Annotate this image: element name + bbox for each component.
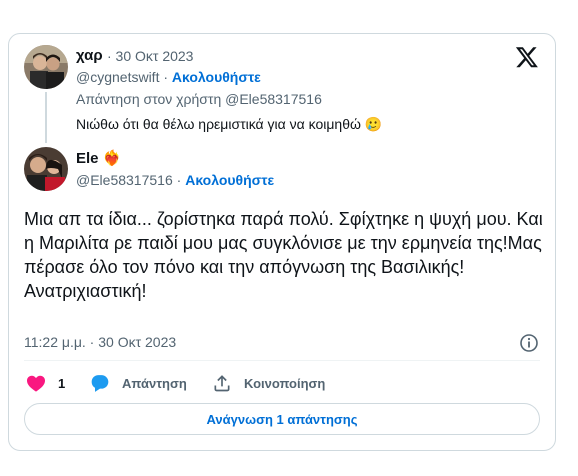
quoted-tweet-text: Νιώθω ότι θα θέλω ηρεμιστικά για να κοιμ…: [76, 116, 383, 132]
reply-bubble-icon: [91, 375, 109, 392]
reply-context: Απάντηση στον χρήστη @Ele58317516: [76, 91, 322, 107]
share-icon: [214, 375, 230, 392]
reply-prefix: Απάντηση στον χρήστη: [76, 91, 222, 107]
tweet-display-name[interactable]: Ele ❤️‍🔥: [76, 149, 121, 167]
tweet-text: Μια απ τα ίδια... ζορίστηκα παρά πολύ. Σ…: [24, 209, 543, 301]
tweet-timestamp[interactable]: 11:22 μ.μ. · 30 Οκτ 2023: [24, 334, 176, 350]
divider: [24, 360, 540, 361]
tweet-handle[interactable]: @Ele58317516: [76, 172, 173, 188]
like-button[interactable]: 1: [26, 372, 65, 394]
quoted-follow-link[interactable]: Ακολουθήστε: [172, 69, 261, 85]
avatar[interactable]: [24, 45, 68, 89]
quoted-date[interactable]: · 30 Οκτ 2023: [107, 48, 193, 64]
like-count: 1: [58, 375, 66, 391]
reply-label: Απάντηση: [122, 375, 187, 391]
thread-connector: [45, 92, 47, 143]
reply-handle-link[interactable]: @Ele58317516: [225, 91, 322, 107]
share-button[interactable]: Κοινοποίηση: [212, 372, 325, 394]
read-replies-button[interactable]: Ανάγνωση 1 απάντησης: [24, 403, 540, 435]
heart-icon: [27, 375, 45, 392]
tweet-follow-link[interactable]: Ακολουθήστε: [185, 172, 274, 188]
x-logo-icon[interactable]: [515, 45, 539, 69]
reply-button[interactable]: Απάντηση: [90, 372, 187, 394]
info-icon[interactable]: [519, 333, 539, 353]
quoted-handle[interactable]: @cygnetswift: [76, 69, 159, 85]
share-label: Κοινοποίηση: [244, 375, 326, 391]
quoted-display-name[interactable]: χαρ: [76, 47, 103, 64]
avatar[interactable]: [24, 147, 68, 191]
